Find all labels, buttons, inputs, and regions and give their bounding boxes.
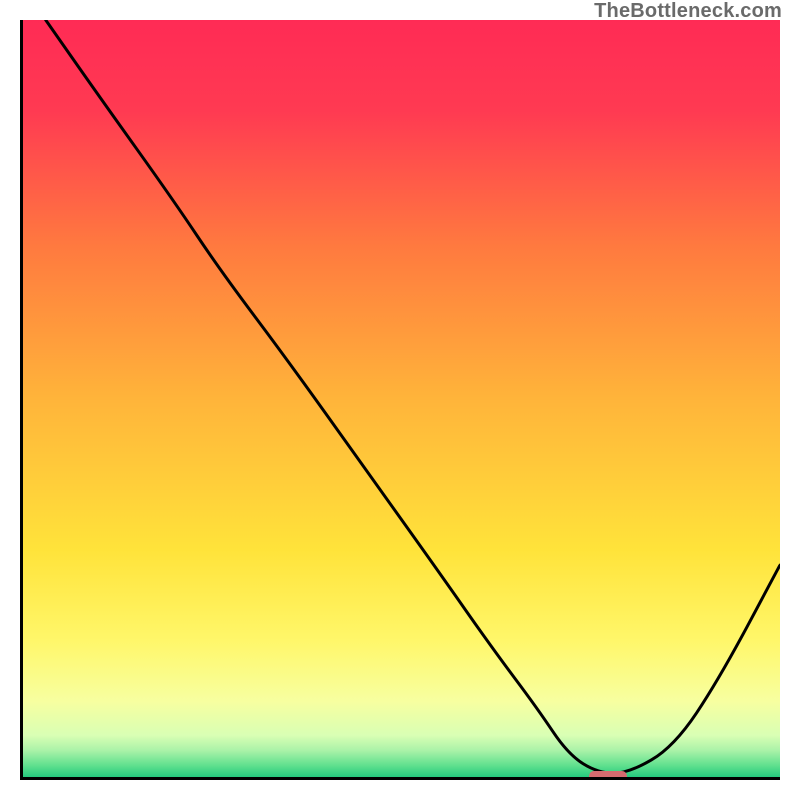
chart-container: TheBottleneck.com — [0, 0, 800, 800]
watermark-text: TheBottleneck.com — [594, 0, 782, 23]
target-indicator — [589, 771, 627, 780]
bottleneck-curve — [46, 20, 780, 773]
plot-area — [20, 20, 780, 780]
curve-layer — [23, 20, 780, 777]
